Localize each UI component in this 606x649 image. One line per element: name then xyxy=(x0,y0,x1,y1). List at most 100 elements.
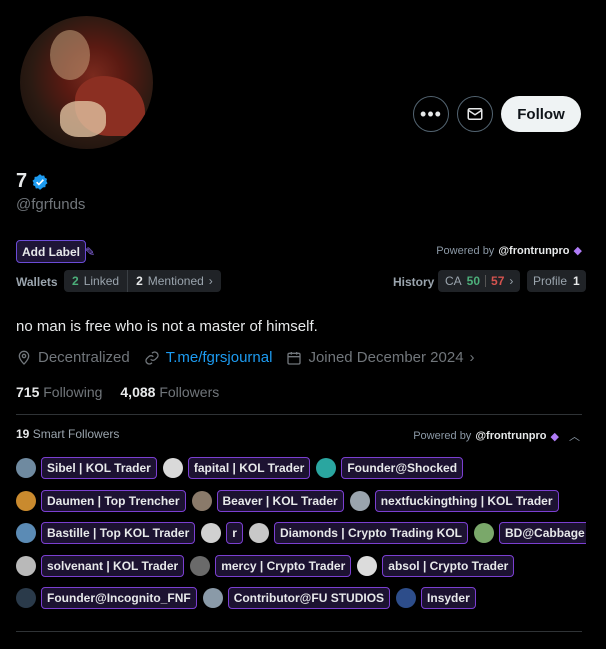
message-button[interactable] xyxy=(457,96,493,132)
flame-icon: ◆ xyxy=(573,245,582,257)
smart-follower-name: r xyxy=(226,522,243,545)
smart-follower-name: fapital | KOL Trader xyxy=(187,457,311,480)
smart-follower-chip[interactable]: Daumen | Top Trencher xyxy=(16,489,186,512)
chevron-right-icon: › xyxy=(509,274,514,288)
smart-follower-avatar xyxy=(16,490,36,511)
smart-follower-name: Sibel | KOL Trader xyxy=(41,457,157,480)
smart-follower-avatar xyxy=(349,490,370,511)
frontrunpro-link[interactable]: @frontrunpro xyxy=(498,245,569,257)
profile-count: 1 xyxy=(573,274,580,288)
chevron-up-icon[interactable]: ︿ xyxy=(569,428,580,444)
smart-follower-avatar xyxy=(357,555,378,576)
smart-follower-avatar xyxy=(201,523,222,544)
smart-follower-chip[interactable]: Bastille | Top KOL Trader xyxy=(16,522,196,545)
smart-follower-chip[interactable]: Insyder xyxy=(396,587,476,610)
smart-follower-name: mercy | Crypto Trader xyxy=(215,554,352,577)
linked-label: Linked xyxy=(83,274,120,288)
link-icon xyxy=(145,350,159,365)
verified-badge-icon xyxy=(32,173,48,190)
history-label: History xyxy=(393,275,435,289)
smart-follower-avatar xyxy=(190,555,211,576)
frontrunpro-link[interactable]: @frontrunpro xyxy=(475,430,546,442)
location-pin-icon xyxy=(18,350,30,365)
more-options-button[interactable]: ••• xyxy=(413,96,449,132)
smart-follower-name: Beaver | KOL Trader xyxy=(216,489,344,512)
smart-follower-name: Insyder xyxy=(421,587,476,610)
smart-follower-avatar xyxy=(396,588,417,609)
smart-follower-chip[interactable]: absol | Crypto Trader xyxy=(357,554,515,577)
smart-followers-row: Daumen | Top Trencher Beaver | KOL Trader… xyxy=(16,485,586,518)
smart-follower-chip[interactable]: Beaver | KOL Trader xyxy=(191,489,344,512)
following-link[interactable]: 715 Following xyxy=(16,384,102,400)
smart-followers-row: Bastille | Top KOL Trader r Diamonds | Cry… xyxy=(16,517,586,550)
smart-followers-row: Sibel | KOL Trader fapital | KOL Trader Fo… xyxy=(16,452,586,485)
smart-follower-avatar xyxy=(191,490,212,511)
smart-follower-avatar xyxy=(16,523,36,544)
followers-link[interactable]: 4,088 Followers xyxy=(120,384,219,400)
smart-follower-chip[interactable]: Sibel | KOL Trader xyxy=(16,457,157,480)
smart-follower-chip[interactable]: Founder@Shocked xyxy=(316,457,464,480)
smart-follower-chip[interactable]: Founder@Incognito_FNF xyxy=(16,587,197,610)
joined-date: Joined December 2024 xyxy=(308,349,464,366)
follow-button[interactable]: Follow xyxy=(501,96,581,132)
smart-follower-avatar xyxy=(16,458,36,479)
ca-label: CA xyxy=(445,274,462,288)
smart-follower-name: Contributor@FU STUDIOS xyxy=(227,587,391,610)
smart-follower-avatar xyxy=(316,458,337,479)
smart-follower-chip[interactable]: r xyxy=(201,522,243,545)
smart-follower-chip[interactable]: mercy | Crypto Trader xyxy=(190,554,352,577)
location-text: Decentralized xyxy=(38,349,130,366)
smart-follower-name: Diamonds | Crypto Trading KOL xyxy=(273,522,468,545)
smart-followers-title: 19 Smart Followers xyxy=(16,427,120,441)
chevron-right-icon[interactable]: › xyxy=(470,349,475,366)
chevron-right-icon: › xyxy=(208,274,213,288)
smart-follower-chip[interactable]: Contributor@FU STUDIOS xyxy=(202,587,391,610)
profile-avatar[interactable] xyxy=(20,16,153,149)
mentioned-label: Mentioned xyxy=(147,274,204,288)
wallets-label: Wallets xyxy=(16,275,58,289)
profile-history-button[interactable]: Profile 1 xyxy=(527,270,586,292)
smart-follower-name: nextfuckingthing | KOL Trader xyxy=(374,489,559,512)
smart-follower-name: Founder@Incognito_FNF xyxy=(41,587,197,610)
profile-label: Profile xyxy=(533,274,568,288)
profile-link[interactable]: T.me/fgrsjournal xyxy=(166,349,273,366)
envelope-icon xyxy=(467,108,483,120)
smart-follower-chip[interactable]: Diamonds | Crypto Trading KOL xyxy=(248,522,468,545)
flame-icon: ◆ xyxy=(550,430,559,443)
calendar-icon xyxy=(287,351,302,365)
wallets-summary[interactable]: 2 Linked 2 Mentioned › xyxy=(64,270,221,292)
smart-follower-chip[interactable]: fapital | KOL Trader xyxy=(162,457,311,480)
smart-follower-chip[interactable]: nextfuckingthing | KOL Trader xyxy=(349,489,559,512)
smart-follower-avatar xyxy=(16,555,36,576)
smart-follower-name: solvenant | KOL Trader xyxy=(41,554,185,577)
display-name: 7 xyxy=(16,170,28,192)
follow-counts: 715 Following 4,088 Followers xyxy=(16,384,219,400)
smart-follower-name: BD@Cabbage xyxy=(499,522,586,545)
smart-follower-avatar xyxy=(162,458,183,479)
smart-follower-name: Daumen | Top Trencher xyxy=(41,489,186,512)
add-label-button[interactable]: Add Label xyxy=(16,240,87,263)
smart-followers-powered: Powered by @frontrunpro ◆ ︿ xyxy=(413,428,580,444)
smart-follower-chip[interactable]: solvenant | KOL Trader xyxy=(16,554,185,577)
mentioned-count: 2 xyxy=(136,274,143,288)
smart-follower-avatar xyxy=(248,523,269,544)
divider xyxy=(16,414,582,415)
pencil-icon[interactable]: ✎ xyxy=(85,245,95,259)
smart-follower-name: absol | Crypto Trader xyxy=(382,554,515,577)
bio: no man is free who is not a master of hi… xyxy=(16,318,318,335)
ca-down-count: 57 xyxy=(491,274,505,288)
powered-by: Powered by @frontrunpro ◆ xyxy=(436,244,582,258)
handle: @fgrfunds xyxy=(16,196,86,213)
smart-follower-chip[interactable]: BD@Cabbage xyxy=(474,522,586,545)
smart-followers-row: solvenant | KOL Trader mercy | Crypto Tra… xyxy=(16,550,586,583)
smart-follower-avatar xyxy=(202,588,223,609)
smart-follower-name: Bastille | Top KOL Trader xyxy=(41,522,196,545)
divider xyxy=(16,631,582,632)
ca-up-count: 50 xyxy=(466,274,481,288)
smart-follower-avatar xyxy=(474,523,494,544)
ca-history-button[interactable]: CA 50 57 › xyxy=(438,270,521,292)
ellipsis-icon: ••• xyxy=(420,104,442,124)
profile-meta: Decentralized T.me/fgrsjournal Joined De… xyxy=(16,349,475,366)
smart-followers-row: Founder@Incognito_FNF Contributor@FU STUD… xyxy=(16,582,586,615)
linked-count: 2 xyxy=(72,274,79,288)
